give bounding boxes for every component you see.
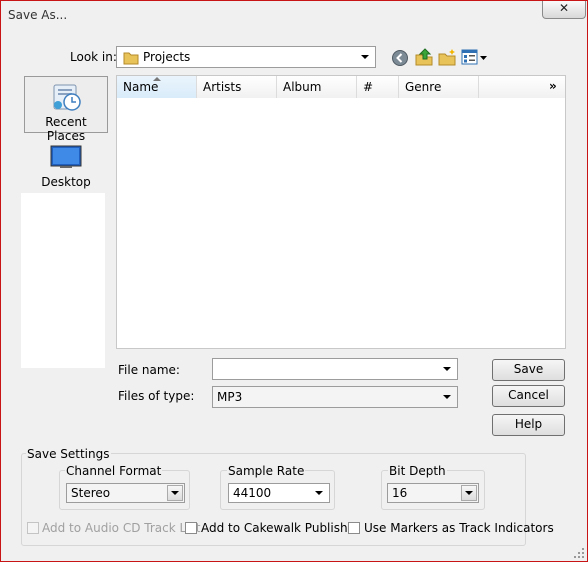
chevron-down-icon	[361, 55, 369, 59]
filename-input[interactable]	[212, 358, 458, 380]
save-as-dialog: Save As... ✕ Look in: Projects Recent Pl…	[0, 0, 588, 562]
markers-checkbox[interactable]	[348, 522, 360, 534]
filetype-value: MP3	[217, 390, 243, 404]
dropdown-button[interactable]	[461, 485, 477, 501]
column-header-genre[interactable]: Genre	[399, 76, 479, 98]
sample-rate-label: Sample Rate	[227, 464, 306, 478]
column-header-label: Album	[283, 80, 322, 94]
recent-places-icon	[53, 84, 81, 111]
help-button[interactable]: Help	[492, 414, 565, 436]
cancel-button[interactable]: Cancel	[492, 385, 565, 407]
lookin-label: Look in:	[70, 50, 117, 64]
column-header-label: Genre	[405, 80, 442, 94]
save-settings-title: Save Settings	[26, 447, 111, 461]
lookin-combo[interactable]: Projects	[116, 46, 376, 68]
cd-track-checkbox[interactable]	[27, 522, 39, 534]
desktop-icon	[50, 145, 82, 168]
channel-format-value: Stereo	[71, 486, 111, 500]
title-bar: Save As... ✕	[1, 1, 587, 29]
channel-format-select[interactable]: Stereo	[66, 483, 185, 503]
channel-format-label: Channel Format	[65, 464, 163, 478]
bit-depth-select[interactable]: 16	[387, 483, 479, 503]
column-header-label: #	[363, 80, 374, 94]
column-header-number[interactable]: #	[357, 76, 399, 98]
back-icon[interactable]	[391, 49, 409, 67]
place-desktop[interactable]: Desktop	[24, 141, 108, 191]
up-folder-icon[interactable]	[414, 47, 434, 67]
chevron-down-icon[interactable]	[443, 367, 451, 371]
publisher-checkbox[interactable]	[185, 522, 197, 534]
save-button[interactable]: Save	[492, 359, 565, 381]
column-header-label: Artists	[203, 80, 242, 94]
column-header-album[interactable]: Album	[277, 76, 357, 98]
window-title: Save As...	[8, 8, 68, 22]
place-label: Recent Places	[45, 115, 87, 143]
column-header-name[interactable]: Name	[117, 76, 197, 98]
view-menu-icon[interactable]	[461, 49, 489, 66]
chevron-down-icon	[443, 395, 451, 399]
chevron-down-icon[interactable]	[315, 491, 323, 495]
column-header-more[interactable]: »	[479, 76, 565, 98]
sample-rate-input[interactable]: 44100	[228, 483, 330, 503]
filetype-select[interactable]: MP3	[212, 386, 458, 408]
filename-label: File name:	[118, 363, 180, 377]
places-empty-area	[21, 193, 105, 368]
bit-depth-value: 16	[392, 486, 408, 500]
sort-ascending-icon	[153, 77, 161, 81]
chevron-down-icon	[171, 491, 179, 495]
publisher-label: Add to Cakewalk Publisher	[201, 521, 360, 535]
close-button[interactable]: ✕	[542, 1, 586, 19]
chevron-down-icon	[465, 491, 473, 495]
filetype-label: Files of type:	[118, 389, 195, 403]
place-recent-places[interactable]: Recent Places	[24, 76, 108, 143]
more-columns-icon[interactable]: »	[549, 79, 557, 93]
folder-icon	[123, 52, 139, 65]
column-header-artists[interactable]: Artists	[197, 76, 277, 98]
new-folder-icon[interactable]	[437, 48, 457, 67]
resize-grip-icon[interactable]	[573, 547, 585, 559]
place-label: Desktop	[41, 175, 91, 189]
bit-depth-label: Bit Depth	[388, 464, 447, 478]
markers-label: Use Markers as Track Indicators	[364, 521, 554, 535]
cd-track-label: Add to Audio CD Track List	[42, 521, 201, 535]
file-list[interactable]: Name Artists Album # Genre »	[116, 75, 566, 349]
sample-rate-value[interactable]: 44100	[233, 486, 271, 500]
lookin-value: Projects	[143, 50, 191, 64]
column-header-label: Name	[123, 80, 159, 94]
dropdown-button[interactable]	[167, 485, 183, 501]
